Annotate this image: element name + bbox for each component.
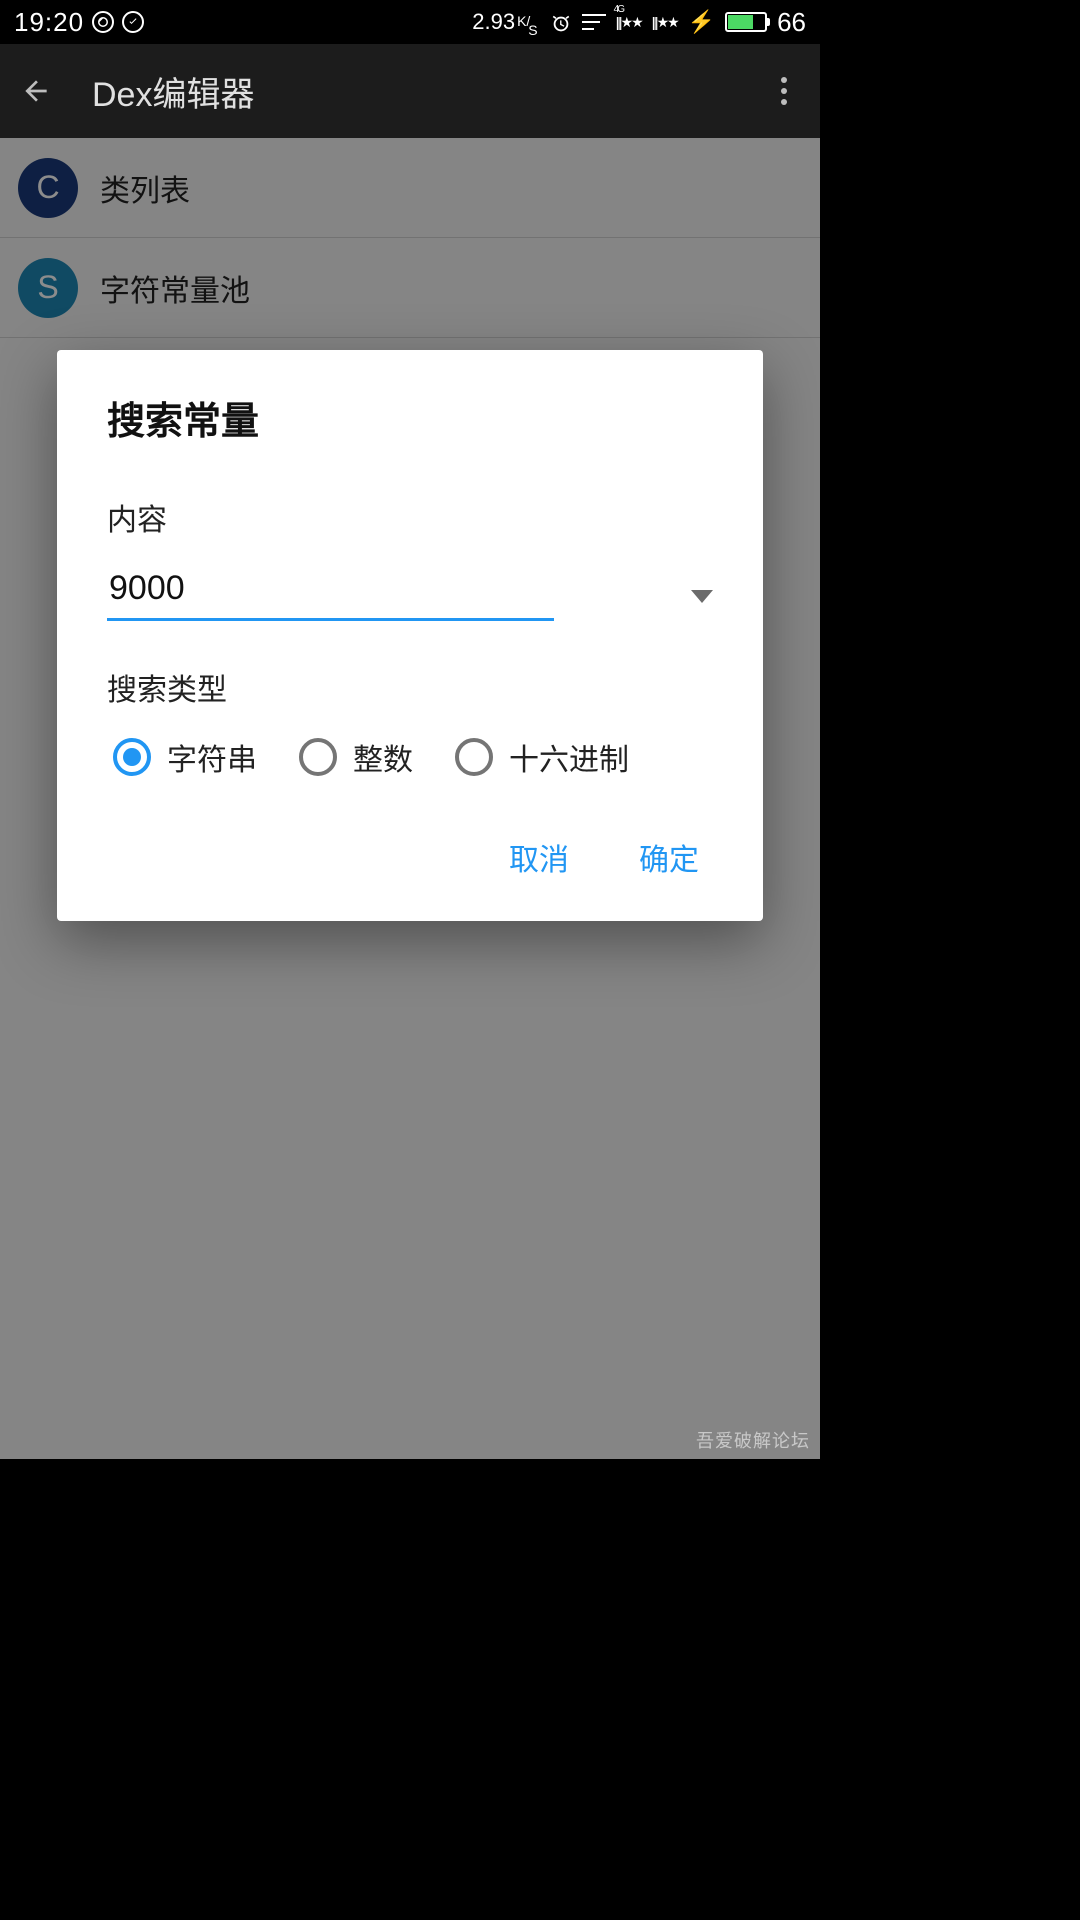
radio-integer[interactable]: 整数 (299, 735, 413, 779)
signal-icon-2: |||★★ (652, 14, 678, 31)
music-app-icon (92, 11, 114, 33)
search-constant-dialog: 搜索常量 内容 搜索类型 字符串 整数 (57, 350, 763, 921)
content-area: C 类列表 S 字符常量池 搜索常量 内容 搜索类型 字符串 (0, 138, 820, 1459)
radio-label: 整数 (353, 735, 413, 779)
battery-percent: 66 (777, 7, 806, 38)
back-button[interactable] (14, 69, 58, 113)
app-bar: Dex编辑器 (0, 44, 820, 138)
radio-icon (299, 738, 337, 776)
radio-string[interactable]: 字符串 (113, 735, 257, 779)
dropdown-caret-icon[interactable] (691, 590, 713, 603)
arrow-left-icon (20, 75, 52, 107)
overflow-menu-button[interactable] (762, 69, 806, 113)
search-type-radio-group: 字符串 整数 十六进制 (107, 735, 713, 779)
app-title: Dex编辑器 (92, 67, 254, 116)
radio-icon (113, 738, 151, 776)
radio-label: 十六进制 (509, 735, 629, 779)
signal-icon-1: 4G |||★★ (616, 14, 642, 31)
check-circle-icon (122, 11, 144, 33)
content-input[interactable] (107, 563, 554, 621)
cancel-button[interactable]: 取消 (501, 823, 577, 891)
charging-icon: ⚡ (688, 9, 715, 35)
search-type-label: 搜索类型 (107, 665, 713, 709)
network-speed: 2.93 K/S (472, 9, 539, 36)
battery-icon (725, 12, 767, 32)
radio-hex[interactable]: 十六进制 (455, 735, 629, 779)
alarm-icon (550, 11, 572, 33)
ok-button[interactable]: 确定 (631, 823, 707, 891)
dialog-title: 搜索常量 (107, 390, 713, 445)
status-time: 19:20 (14, 7, 84, 38)
radio-label: 字符串 (167, 735, 257, 779)
status-bar: 19:20 2.93 K/S 4G |||★★ |||★★ ⚡ 66 (0, 0, 820, 44)
dialog-scrim[interactable]: 搜索常量 内容 搜索类型 字符串 整数 (0, 138, 820, 1459)
menu-lines-icon (582, 7, 606, 38)
dots-vertical-icon (781, 77, 787, 83)
content-field-label: 内容 (107, 495, 713, 539)
radio-icon (455, 738, 493, 776)
